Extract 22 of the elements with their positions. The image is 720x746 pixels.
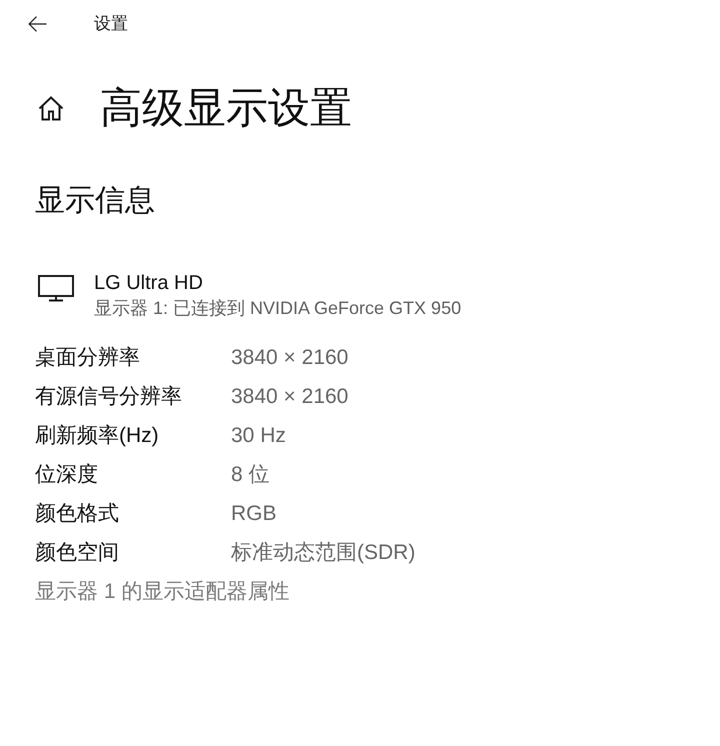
property-label: 刷新频率(Hz)	[35, 422, 159, 449]
display-description: 显示器 1: 已连接到 NVIDIA GeForce GTX 950	[94, 297, 462, 320]
property-value: RGB	[231, 500, 277, 527]
property-value: 30 Hz	[231, 422, 286, 449]
property-label: 桌面分辨率	[35, 344, 140, 371]
app-title: 设置	[94, 13, 128, 35]
property-value: 3840 × 2160	[231, 384, 348, 410]
home-icon	[38, 96, 64, 120]
property-value: 3840 × 2160	[231, 344, 348, 371]
property-label: 颜色格式	[35, 500, 119, 527]
back-button[interactable]	[27, 15, 47, 33]
property-label: 位深度	[35, 462, 98, 488]
back-arrow-icon	[28, 16, 46, 32]
property-label: 颜色空间	[35, 540, 119, 566]
section-heading: 显示信息	[35, 183, 155, 219]
page-title: 高级显示设置	[100, 83, 352, 133]
home-button[interactable]	[38, 95, 64, 121]
display-name: LG Ultra HD	[94, 271, 203, 296]
monitor-icon	[38, 275, 74, 302]
property-value: 8 位	[231, 462, 270, 488]
property-label: 有源信号分辨率	[35, 384, 182, 410]
property-value: 标准动态范围(SDR)	[231, 540, 416, 566]
